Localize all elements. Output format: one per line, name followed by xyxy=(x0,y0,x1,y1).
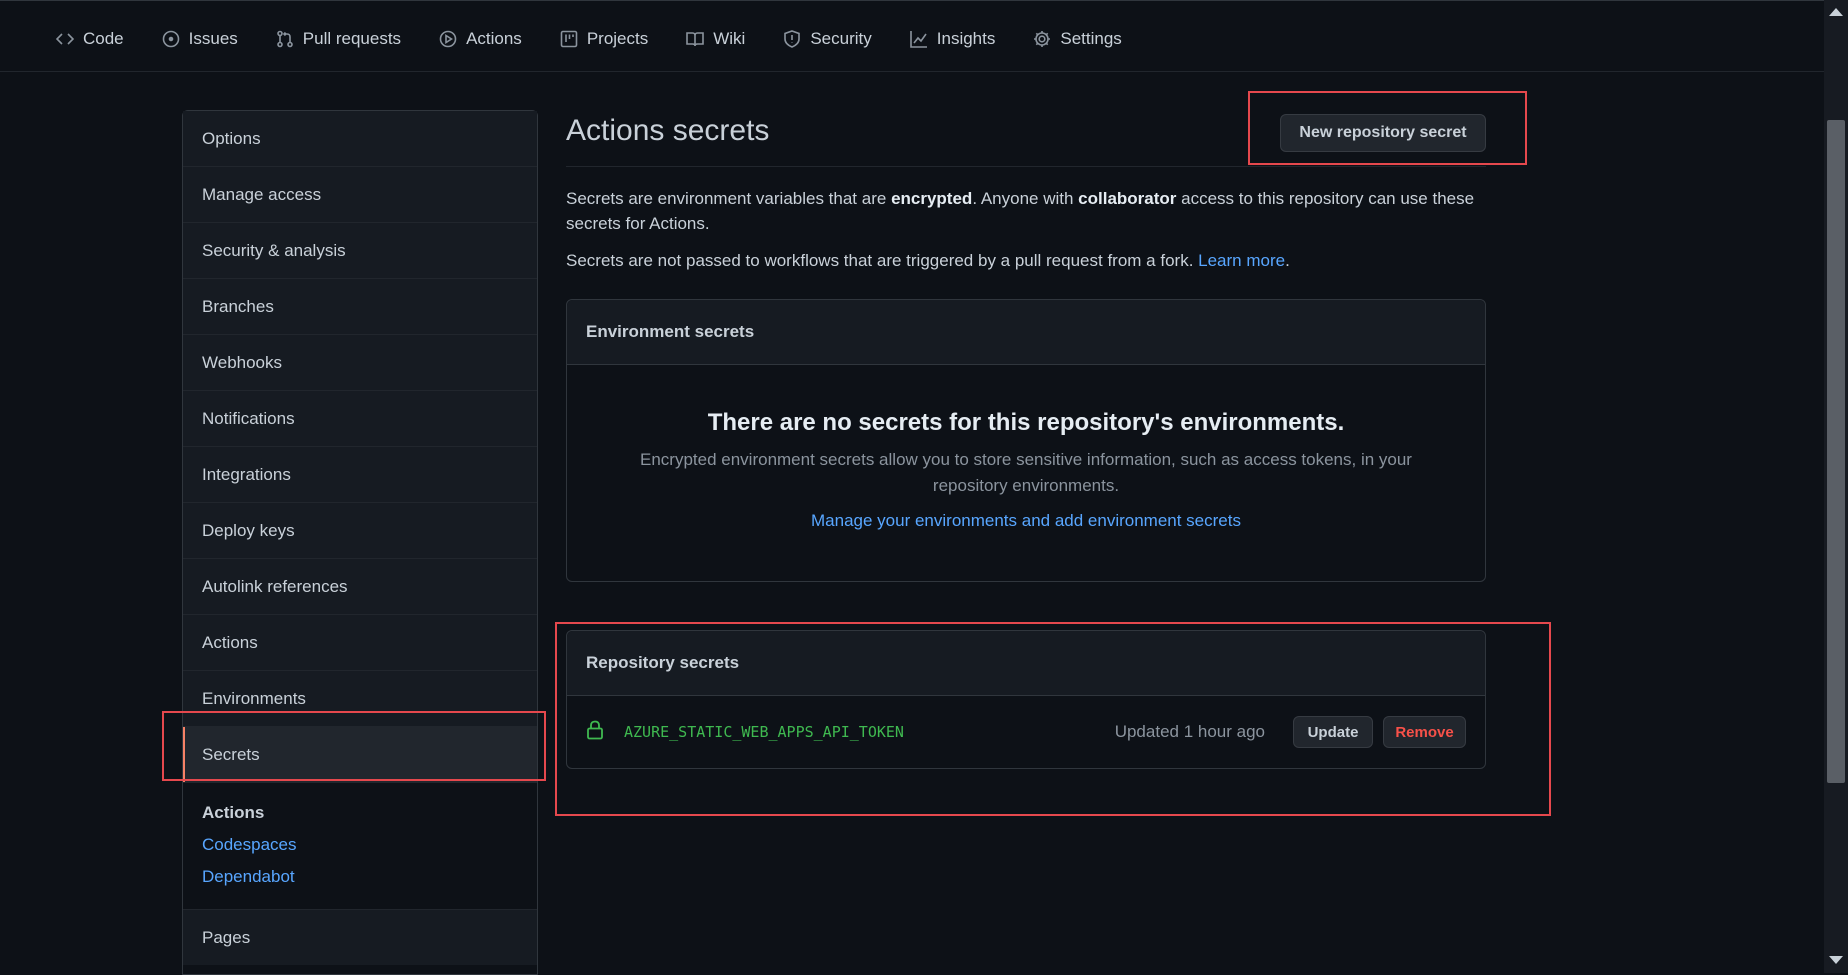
repo-nav-bar: Code Issues Pull requests Actions Projec… xyxy=(0,0,1824,72)
learn-more-link[interactable]: Learn more xyxy=(1198,251,1285,270)
page-scrollbar[interactable] xyxy=(1824,0,1848,973)
desc-text: Secrets are environment variables that a… xyxy=(566,189,892,208)
update-secret-button[interactable]: Update xyxy=(1293,716,1373,748)
sidebar-item-options[interactable]: Options xyxy=(183,111,537,167)
blankslate-title: There are no secrets for this repository… xyxy=(707,409,1345,436)
tab-label: Issues xyxy=(188,29,238,48)
environment-secrets-box: Environment secrets There are no secrets… xyxy=(566,299,1486,582)
remove-secret-button[interactable]: Remove xyxy=(1383,716,1466,748)
sidebar-item-manage-access[interactable]: Manage access xyxy=(183,167,537,223)
shield-icon xyxy=(784,30,801,48)
graph-icon xyxy=(909,31,927,48)
sidebar-item-secrets[interactable]: Secrets xyxy=(183,727,537,783)
secret-row: AZURE_STATIC_WEB_APPS_API_TOKEN Updated … xyxy=(567,696,1485,768)
blankslate-description: Encrypted environment secrets allow you … xyxy=(640,450,1412,495)
code-icon xyxy=(56,33,74,45)
repo-tabs: Code Issues Pull requests Actions Projec… xyxy=(56,29,1160,49)
subnav-item-dependabot[interactable]: Dependabot xyxy=(202,867,518,887)
sidebar-item-environments[interactable]: Environments xyxy=(183,671,537,727)
scroll-down-arrow-icon[interactable] xyxy=(1829,956,1843,964)
issue-icon xyxy=(162,30,179,48)
sidebar-item-security-analysis[interactable]: Security & analysis xyxy=(183,223,537,279)
desc-text: . Anyone with xyxy=(972,189,1079,208)
tab-security[interactable]: Security xyxy=(783,29,872,49)
tab-projects[interactable]: Projects xyxy=(560,29,648,49)
fork-note: Secrets are not passed to workflows that… xyxy=(566,248,1486,273)
tab-label: Insights xyxy=(936,29,996,48)
sidebar-item-integrations[interactable]: Integrations xyxy=(183,447,537,503)
tab-pull-requests[interactable]: Pull requests xyxy=(276,29,401,49)
gear-icon xyxy=(1034,31,1051,47)
sidebar-item-deploy-keys[interactable]: Deploy keys xyxy=(183,503,537,559)
new-repository-secret-button[interactable]: New repository secret xyxy=(1280,114,1486,152)
scroll-up-arrow-icon[interactable] xyxy=(1829,8,1843,16)
desc-bold-encrypted: encrypted xyxy=(891,189,973,208)
desc-bold-collaborator: collaborator xyxy=(1078,189,1177,208)
manage-environments-link[interactable]: Manage your environments and add environ… xyxy=(607,511,1445,531)
fork-note-end: . xyxy=(1285,251,1290,270)
secret-updated-time: Updated 1 hour ago xyxy=(1114,722,1265,741)
repository-secrets-box: Repository secrets AZURE_STATIC_WEB_APPS… xyxy=(566,630,1486,769)
environment-secrets-header: Environment secrets xyxy=(567,300,1485,365)
project-icon xyxy=(560,30,578,48)
tab-label: Projects xyxy=(586,29,649,48)
sidebar-item-notifications[interactable]: Notifications xyxy=(183,391,537,447)
sidebar-item-pages[interactable]: Pages xyxy=(183,910,537,965)
tab-issues[interactable]: Issues xyxy=(162,29,238,49)
subnav-item-codespaces[interactable]: Codespaces xyxy=(202,835,518,855)
tab-label: Pull requests xyxy=(302,29,402,48)
repository-secrets-header: Repository secrets xyxy=(567,631,1485,696)
tab-label: Wiki xyxy=(713,29,746,48)
sidebar-item-webhooks[interactable]: Webhooks xyxy=(183,335,537,391)
settings-sidebar: Options Manage access Security & analysi… xyxy=(182,110,538,975)
tab-settings[interactable]: Settings xyxy=(1033,29,1122,49)
scrollbar-thumb[interactable] xyxy=(1827,120,1845,783)
subnav-item-actions[interactable]: Actions xyxy=(202,803,518,823)
tab-label: Actions xyxy=(466,29,522,48)
tab-code[interactable]: Code xyxy=(56,29,124,49)
secrets-description: Secrets are environment variables that a… xyxy=(566,186,1486,236)
tab-actions[interactable]: Actions xyxy=(439,29,522,49)
tab-label: Security xyxy=(810,29,872,48)
pull-request-icon xyxy=(276,30,293,48)
fork-note-text: Secrets are not passed to workflows that… xyxy=(566,251,1199,270)
tab-label: Settings xyxy=(1060,29,1122,48)
lock-icon xyxy=(586,720,604,745)
secrets-subnav: Actions Codespaces Dependabot xyxy=(183,783,537,910)
sidebar-item-branches[interactable]: Branches xyxy=(183,279,537,335)
book-icon xyxy=(686,32,705,47)
sidebar-item-actions[interactable]: Actions xyxy=(183,615,537,671)
secret-name: AZURE_STATIC_WEB_APPS_API_TOKEN xyxy=(624,723,904,741)
sidebar-item-autolink-references[interactable]: Autolink references xyxy=(183,559,537,615)
main-content: Actions secrets New repository secret Se… xyxy=(566,110,1486,769)
environment-secrets-blankslate: There are no secrets for this repository… xyxy=(567,365,1485,581)
tab-label: Code xyxy=(83,29,124,48)
tab-wiki[interactable]: Wiki xyxy=(686,29,745,49)
tab-insights[interactable]: Insights xyxy=(909,29,996,49)
play-icon xyxy=(439,30,457,48)
